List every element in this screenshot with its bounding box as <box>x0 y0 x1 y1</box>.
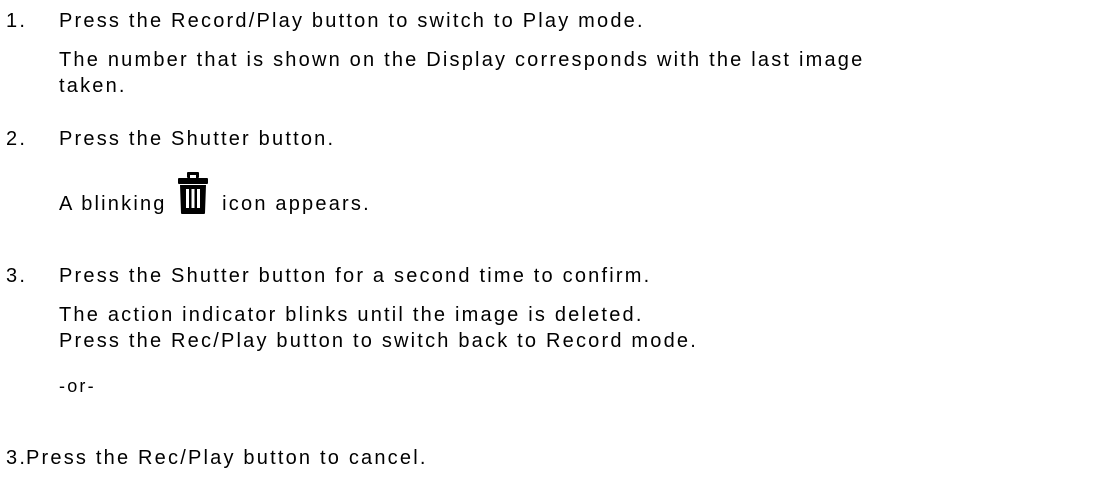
step-instruction: Press the Shutter button. <box>59 128 336 150</box>
step-instruction: Press the Record/Play button to switch t… <box>59 10 645 32</box>
step-number: 3. <box>6 447 28 469</box>
alternative-separator: -or- <box>59 376 96 396</box>
step-note: The number that is shown on the Display … <box>59 49 865 71</box>
step-note: The action indicator blinks until the im… <box>59 304 644 326</box>
note-text-before-icon: A blinking <box>59 193 167 215</box>
instruction-document: 1. Press the Record/Play button to switc… <box>0 0 1115 497</box>
step-note: taken. <box>59 75 127 97</box>
step-instruction: Press the Shutter button for a second ti… <box>59 265 652 287</box>
step-number: 1. <box>6 10 28 32</box>
step-instruction: Press the Rec/Play button to cancel. <box>26 447 428 469</box>
step-note-with-icon: A blinking icon appears. <box>59 172 371 217</box>
step-note: Press the Rec/Play button to switch back… <box>59 330 699 352</box>
note-text-after-icon: icon appears. <box>222 193 371 215</box>
trash-can-icon <box>176 172 210 214</box>
step-number: 3. <box>6 265 28 287</box>
step-number: 2. <box>6 128 28 150</box>
